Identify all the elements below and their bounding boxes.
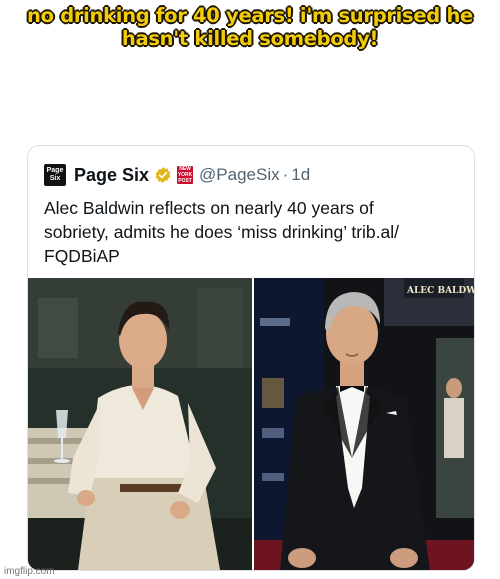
photo-left[interactable] (28, 278, 252, 570)
photo-right[interactable]: ALEC BALDWIN (254, 278, 474, 570)
caption-line-2: hasn't killed somebody! (121, 27, 379, 50)
tweet-card[interactable]: Page Six Page Six NEW YORK POST @PageSix… (27, 145, 475, 571)
tweet-text-line-1: Alec Baldwin reflects on nearly 40 years… (44, 198, 374, 218)
photo-left-illustration (28, 278, 252, 570)
page-six-logo[interactable]: Page Six (44, 164, 66, 186)
caption-line-1: no drinking for 40 years! i'm surprised … (27, 4, 473, 27)
meme-caption: no drinking for 40 years! i'm surprised … (0, 4, 500, 50)
timestamp[interactable]: 1d (291, 165, 310, 185)
tweet-text-line-3: FQDBiAP (44, 246, 120, 266)
imgflip-watermark: imgflip.com (4, 566, 55, 577)
verified-badge-icon (155, 167, 171, 183)
tweet-header: Page Six Page Six NEW YORK POST @PageSix… (44, 163, 310, 187)
tweet-text-line-2: sobriety, admits he does ‘miss drinking’… (44, 222, 399, 242)
new-york-post-badge-icon: NEW YORK POST (177, 166, 194, 184)
tweet-text: Alec Baldwin reflects on nearly 40 years… (44, 196, 464, 268)
marquee-text: ALEC BALDWIN (406, 286, 474, 296)
photo-right-illustration: ALEC BALDWIN (254, 278, 474, 570)
handle[interactable]: @PageSix (199, 165, 280, 185)
meta-separator: · (282, 165, 289, 184)
display-name[interactable]: Page Six (74, 165, 149, 186)
